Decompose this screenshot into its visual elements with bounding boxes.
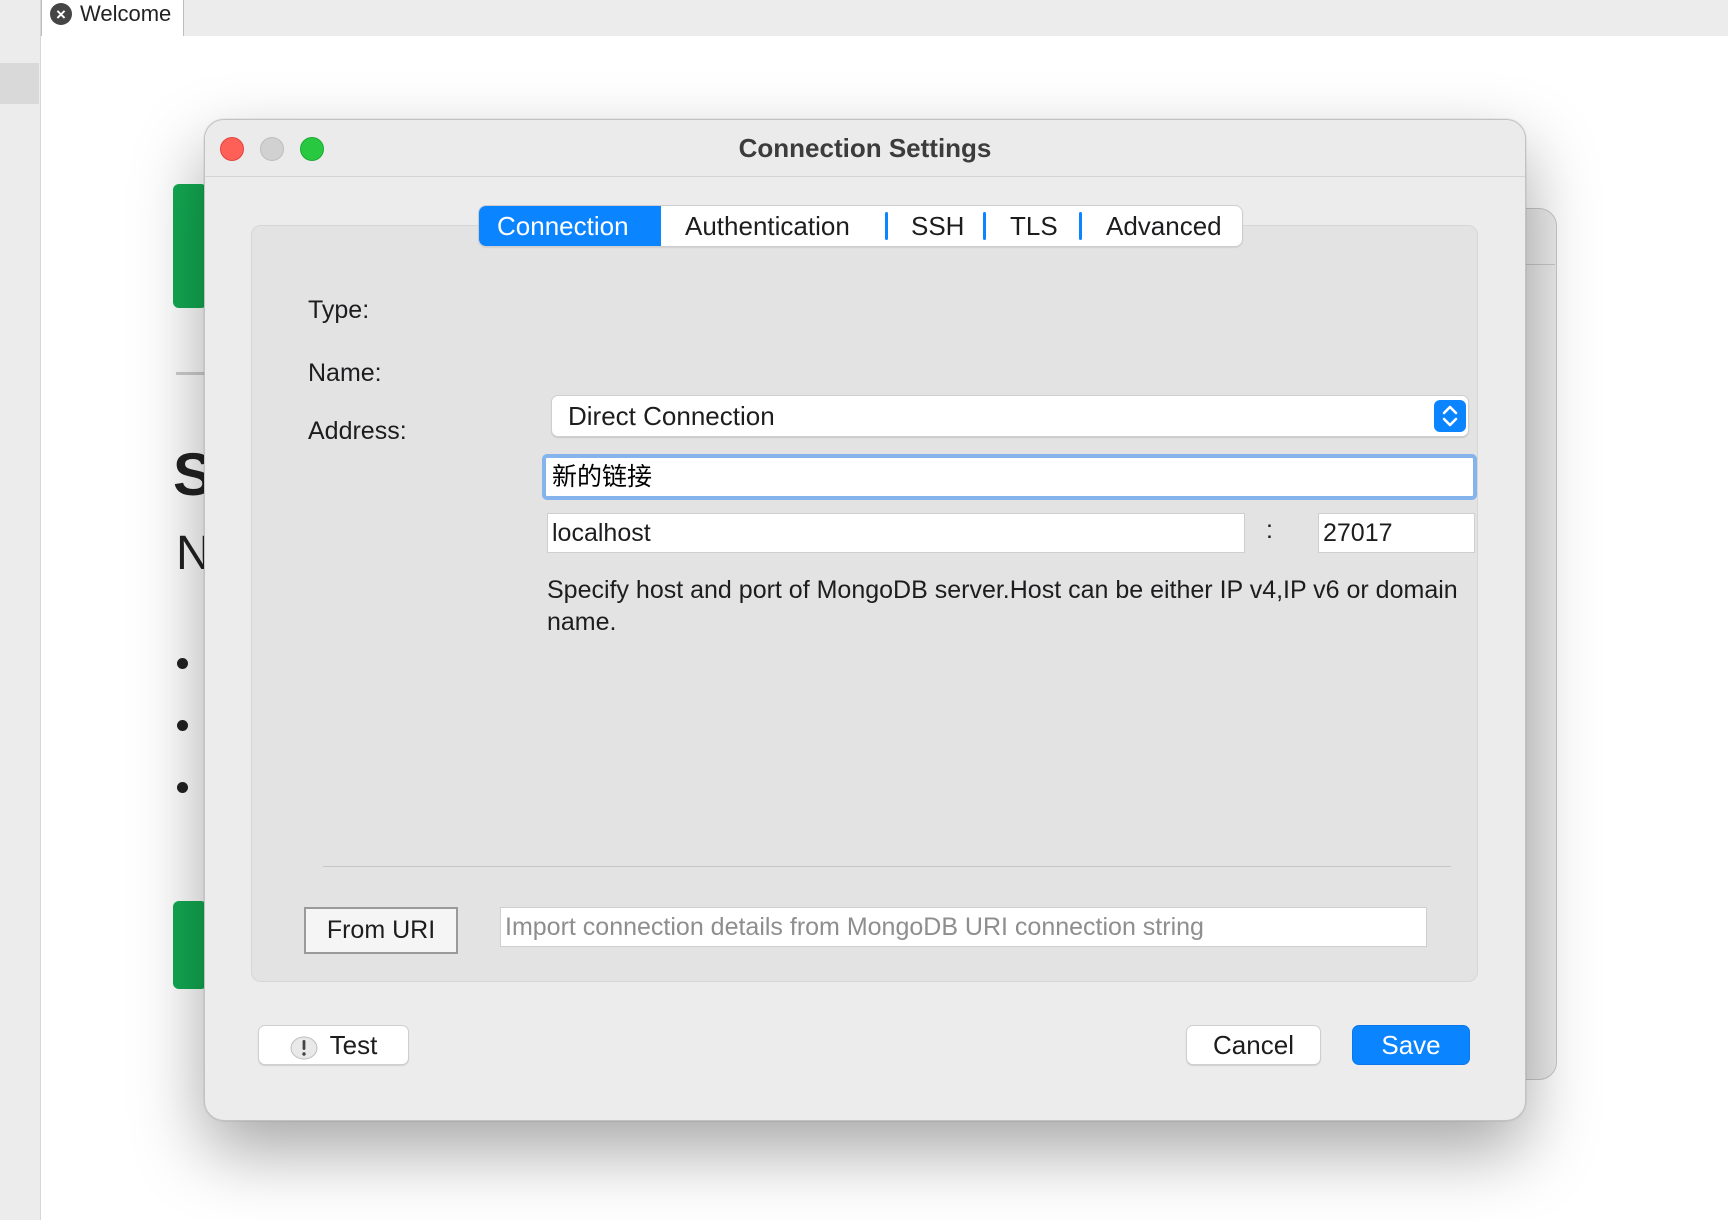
background-bullet [177,720,188,731]
close-tab-icon[interactable]: × [50,3,72,25]
name-label: Name: [308,359,382,387]
name-field-value: 新的链接 [552,462,653,491]
section-divider [323,866,1451,867]
address-separator: : [1266,516,1273,544]
cancel-button[interactable]: Cancel [1186,1025,1321,1065]
tab-welcome-label: Welcome [80,1,172,26]
settings-panel: Type: Direct Connection Name: 新的链接 Addre… [251,225,1478,982]
type-select-value: Direct Connection [568,401,775,431]
tab-tls[interactable]: TLS [986,206,1079,246]
left-sidebar [0,0,41,1220]
connection-settings-dialog: Connection Settings Type: Direct Connect… [204,119,1526,1121]
type-select[interactable]: Direct Connection [551,395,1469,437]
save-button[interactable]: Save [1352,1025,1470,1065]
warning-icon [290,1032,318,1060]
address-port-input[interactable]: 27017 [1318,513,1475,553]
tab-ssh[interactable]: SSH [888,206,983,246]
test-button-label: Test [329,1030,378,1060]
address-hint: Specify host and port of MongoDB server.… [547,576,1458,636]
address-label: Address: [308,417,407,445]
from-uri-button[interactable]: From URI [304,907,458,954]
uri-input[interactable]: Import connection details from MongoDB U… [500,907,1427,947]
test-button[interactable]: Test [258,1025,409,1065]
tab-authentication[interactable]: Authentication [661,206,885,246]
updown-chevron-icon [1434,400,1466,432]
left-sidebar-selected-item[interactable] [0,63,39,104]
app-tabbar [0,0,1728,36]
background-button [173,901,207,989]
titlebar: Connection Settings [205,120,1525,177]
background-bullet [177,782,188,793]
background-bullet [177,658,188,669]
background-logo [173,184,207,308]
tab-welcome[interactable]: × Welcome [41,0,184,36]
type-label: Type: [308,296,370,324]
tab-connection[interactable]: Connection [479,206,661,246]
dialog-title: Connection Settings [738,133,992,163]
address-host-input[interactable]: localhost [547,513,1245,553]
settings-tabs: Connection Authentication SSH TLS Advanc… [478,205,1243,247]
tab-advanced[interactable]: Advanced [1082,206,1242,246]
name-field[interactable]: 新的链接 [542,454,1477,500]
background-divider [176,372,204,375]
